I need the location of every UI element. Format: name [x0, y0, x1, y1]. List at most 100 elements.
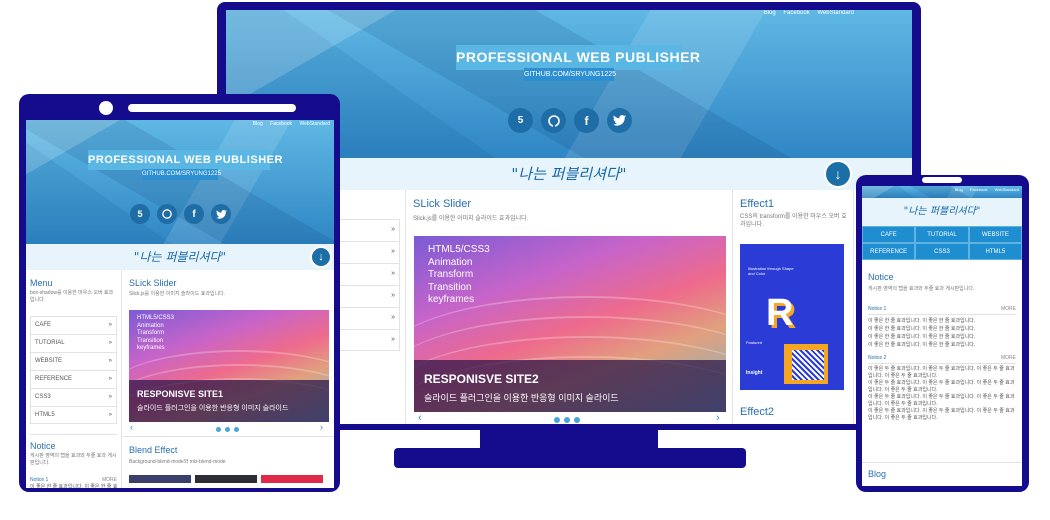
tablet-hero-subtitle[interactable]: GITHUB.COM/SRYUNG1225 — [142, 169, 221, 180]
effect1-desc: CSS의 transform를 이용한 마우스 오버 효과입니다. — [740, 214, 847, 229]
github-icon[interactable] — [157, 204, 177, 224]
phone-menu-grid: CAFE TUTORIAL WEBSITE REFERENCE CSS3 HTM… — [862, 226, 1022, 260]
monitor-slide-image: HTML5/CSS3 Animation Transform Transitio… — [414, 236, 726, 412]
notice-line[interactable]: 이 좋은 한 줄 효과입니다. 이 좋은 한 줄 효과입니다. — [868, 341, 1016, 349]
phone-screen: Blog Facebook WebStandard "나는 퍼블리셔다" CAF… — [862, 186, 1022, 486]
tablet-blend-section: Blend Effect Background-blend-mode와 mix-… — [123, 436, 334, 488]
facebook-icon[interactable]: f — [184, 204, 204, 224]
tablet-menu-column: Menu box-shadow를 이용한 마우스 오버 효과입니다. CAFE»… — [26, 270, 122, 488]
chevron-right-icon: » — [108, 376, 112, 382]
effect-card-text: Illustration through Shape and Color — [748, 266, 794, 277]
scroll-down-button[interactable]: ↓ — [824, 160, 852, 188]
menu-item-reference[interactable]: REFERENCE» — [30, 370, 117, 388]
blend-title: Blend Effect — [129, 445, 178, 455]
monitor-base — [394, 448, 746, 468]
menu-item-tutorial[interactable]: TUTORIAL» — [30, 334, 117, 352]
notice-line[interactable]: 이 좋은 두 줄 효과입니다. 이 좋은 두 줄 효과입니다. 이 좋은 두 줄… — [868, 380, 1016, 394]
phone-menu-reference[interactable]: REFERENCE — [862, 243, 916, 260]
notice-line[interactable]: 이 좋은 두 줄 효과입니다. 이 좋은 두 줄 효과입니다. 이 좋은 두 줄… — [868, 408, 1016, 422]
monitor-neck — [480, 428, 658, 450]
blog-title: Blog — [868, 469, 887, 479]
menu-item-cafe[interactable]: CAFE» — [30, 316, 117, 334]
phone-menu-html5[interactable]: HTML5 — [968, 243, 1022, 260]
effect-card-image[interactable]: Illustration through Shape and Color R F… — [740, 244, 844, 390]
effect-card-label-insight: Insight — [746, 370, 763, 376]
twitter-icon[interactable] — [607, 108, 632, 133]
menu-item-html5[interactable]: » — [336, 329, 400, 351]
phone-top-nav: Blog Facebook WebStandard — [954, 187, 1019, 192]
nav-blog[interactable]: Blog — [764, 10, 776, 16]
tablet-speaker — [128, 104, 296, 112]
html5-icon[interactable]: 5 — [508, 108, 533, 133]
top-nav: Blog Facebook WebStandard — [758, 10, 854, 16]
effect-card-label-featured: Featured — [746, 340, 763, 345]
notice-line[interactable]: 이 좋은 한 줄 효과입니다. 이 좋은 한 줄 효과입니다. — [868, 333, 1016, 341]
notice-line[interactable]: 이 좋은 한 줄 효과입니다. 이 좋은 한 줄 효과입니다. — [868, 317, 1016, 325]
slider-title: SLick Slider — [413, 198, 472, 210]
slide-keywords: HTML5/CSS3 Animation Transform Transitio… — [137, 315, 175, 351]
nav-facebook[interactable]: Facebook — [783, 10, 809, 16]
nav-webstandard[interactable]: WebStandard — [817, 10, 854, 16]
phone-menu-cafe[interactable]: CAFE — [862, 226, 916, 243]
phone-blog-section: Blog — [862, 462, 1022, 485]
blend-thumb[interactable] — [129, 475, 191, 483]
menu-item-website[interactable]: » — [336, 263, 400, 285]
blend-thumb[interactable] — [261, 475, 323, 483]
menu-desc: box-shadow를 이용한 마우스 오버 효과입니다. — [30, 290, 114, 303]
slide-keywords: HTML5/CSS3 Animation Transform Transitio… — [428, 244, 490, 305]
hero-subtitle[interactable]: GITHUB.COM/SRYUNG1225 — [524, 68, 616, 81]
blend-thumb[interactable] — [195, 475, 257, 483]
slider-desc: Slick.js를 이용한 이미지 슬라이드 효과입니다. — [413, 216, 529, 222]
slider-dot[interactable] — [225, 427, 230, 432]
menu-item-reference[interactable]: » — [336, 285, 400, 307]
tablet-hero: Blog Facebook WebStandard PROFESSIONAL W… — [26, 120, 334, 244]
slide-title: RESPONISVE SITE2 — [424, 372, 539, 386]
more-link[interactable]: MORE — [1001, 355, 1016, 361]
notice-tab-1[interactable]: Notice 1 — [868, 306, 886, 312]
tablet-scroll-down-button[interactable]: ↓ — [310, 246, 332, 268]
slide-title: RESPONISVE SITE1 — [137, 389, 224, 399]
github-icon[interactable] — [541, 108, 566, 133]
phone-slogan: "나는 퍼블리셔다" — [862, 198, 1022, 226]
blend-desc: Background-blend-mode와 mix-blend-mode — [129, 459, 226, 465]
slider-next-button[interactable]: › — [320, 422, 323, 432]
slide-caption: RESPONISVE SITE2 슬라이드 플러그인을 이용한 반응형 이미지 … — [414, 360, 726, 412]
menu-item-html5[interactable]: HTML5» — [30, 406, 117, 424]
twitter-icon[interactable] — [211, 204, 231, 224]
notice-line[interactable]: 이 좋은 두 줄 효과입니다. 이 좋은 두 줄 효과입니다. 이 좋은 두 줄… — [868, 394, 1016, 408]
notice-line[interactable]: 이 좋은 한 줄 효과입니다. 이 좋은 한 줄 효과입니다. — [868, 325, 1016, 333]
notice-title: Notice — [30, 441, 56, 451]
slider-dots — [216, 427, 239, 432]
slider-dot[interactable] — [574, 417, 580, 423]
phone-hero: Blog Facebook WebStandard — [862, 186, 1022, 198]
slide-subtitle: 슬라이드 플러그인을 이용한 반응형 이미지 슬라이드 — [137, 405, 289, 412]
html5-icon[interactable]: 5 — [130, 204, 150, 224]
phone-menu-website[interactable]: WEBSITE — [968, 226, 1022, 243]
menu-item-css3[interactable]: CSS3» — [30, 388, 117, 406]
hero-title: PROFESSIONAL WEB PUBLISHER — [456, 45, 700, 70]
slider-title: SLick Slider — [129, 278, 177, 288]
slider-next-button[interactable]: › — [716, 412, 720, 424]
slider-prev-button[interactable]: ‹ — [130, 422, 133, 432]
notice-line[interactable]: 이 좋은 두 줄 효과입니다. 이 좋은 두 줄 효과입니다. 이 좋은 두 줄… — [868, 366, 1016, 380]
chevron-right-icon: » — [391, 270, 395, 277]
menu-item-website[interactable]: WEBSITE» — [30, 352, 117, 370]
facebook-icon[interactable]: f — [574, 108, 599, 133]
more-link[interactable]: MORE — [1001, 306, 1016, 312]
menu-item-css3[interactable]: » — [336, 307, 400, 329]
notice-tab-2[interactable]: Notice 2 — [868, 355, 886, 361]
slider-dot[interactable] — [554, 417, 560, 423]
phone-menu-css3[interactable]: CSS3 — [915, 243, 969, 260]
phone-menu-tutorial[interactable]: TUTORIAL — [915, 226, 969, 243]
tablet-social-icons: 5 f — [130, 204, 231, 224]
slider-dot[interactable] — [234, 427, 239, 432]
slider-dot[interactable] — [216, 427, 221, 432]
phone-notice-section: Notice 게시판 영역의 탭을 효과와 두줄 효과 게시판입니다. Noti… — [862, 266, 1022, 428]
menu-item-cafe[interactable]: » — [336, 219, 400, 241]
slider-prev-button[interactable]: ‹ — [418, 412, 422, 424]
slider-dot[interactable] — [564, 417, 570, 423]
menu-item-tutorial[interactable]: » — [336, 241, 400, 263]
slider-desc: Slick.js를 이용한 이미지 슬라이드 효과입니다. — [129, 291, 226, 297]
notice-line[interactable]: 이 좋은 한 줄 효과입니다. 이 좋은 한 줄 효과입니다. — [30, 483, 117, 488]
tablet-slide-image: HTML5/CSS3 Animation Transform Transitio… — [129, 310, 329, 422]
